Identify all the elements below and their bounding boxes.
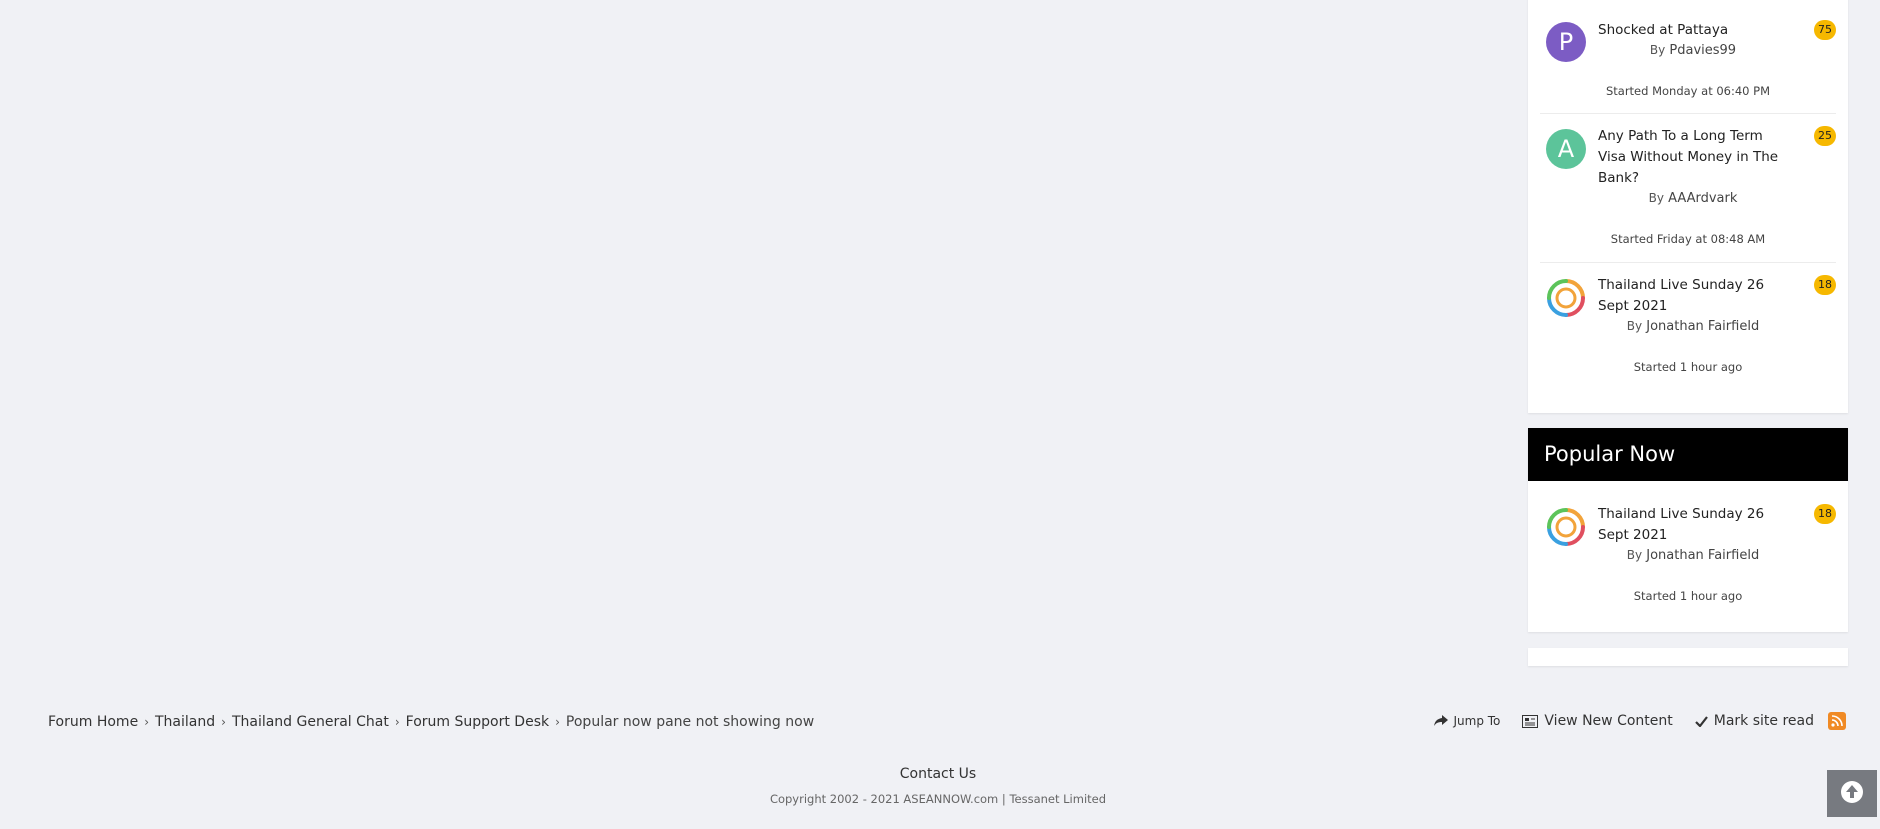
mark-site-read-button[interactable]: Mark site read [1694,713,1814,729]
reply-count-badge: 18 [1814,504,1836,524]
topic-author: By AAArdvark [1598,191,1788,206]
reply-count-badge: 25 [1814,126,1836,146]
checkmark-icon [1694,715,1708,727]
breadcrumb-forum-support-desk[interactable]: Forum Support Desk [406,714,549,730]
breadcrumb-thailand[interactable]: Thailand [155,714,215,730]
topic-title-link[interactable]: Shocked at Pattaya [1598,20,1788,41]
breadcrumb: Forum Home › Thailand › Thailand General… [48,714,814,730]
footer-actions: Jump To View New Content Mark site read [1412,712,1846,730]
topic-started-time: Started 1 hour ago [1633,589,1743,603]
topic-item[interactable]: Thailand Live Sunday 26 Sept 2021 By Jon… [1540,481,1836,632]
reply-count-badge: 18 [1814,275,1836,295]
topic-item[interactable]: Thailand Live Sunday 26 Sept 2021 By Jon… [1540,263,1836,393]
topic-author: By Jonathan Fairfield [1598,548,1788,563]
ring-logo-icon[interactable] [1546,507,1586,547]
reply-count-badge: 75 [1814,20,1836,40]
popular-now-widget: Popular Now Thailand Live Sunday 26 Sept… [1528,428,1848,632]
breadcrumb-current: Popular now pane not showing now [565,714,815,730]
back-to-top-button[interactable] [1827,770,1877,817]
chevron-right-icon: › [555,715,560,729]
topic-title-link[interactable]: Thailand Live Sunday 26 Sept 2021 [1598,275,1788,317]
topic-title-link[interactable]: Any Path To a Long Term Visa Without Mon… [1598,126,1788,189]
share-arrow-icon [1433,715,1448,727]
by-label: By [1648,191,1664,205]
author-link[interactable]: Pdavies99 [1669,43,1736,58]
chevron-right-icon: › [144,715,149,729]
author-link[interactable]: Jonathan Fairfield [1646,548,1759,563]
topic-started-time: Started 1 hour ago [1633,360,1743,374]
topic-item[interactable]: A Any Path To a Long Term Visa Without M… [1540,114,1836,263]
by-label: By [1626,548,1643,562]
topic-started-time: Started Friday at 08:48 AM [1610,232,1766,246]
chevron-right-icon: › [221,715,226,729]
topic-author: By Jonathan Fairfield [1598,319,1788,334]
avatar[interactable]: A [1546,129,1586,169]
ring-logo-icon[interactable] [1546,278,1586,318]
rss-icon[interactable] [1828,712,1846,730]
newspaper-icon [1522,714,1539,728]
copyright-text: Copyright 2002 - 2021 ASEANNOW.com | Tes… [769,792,1107,806]
topic-started-time: Started Monday at 06:40 PM [1605,84,1771,98]
topic-title-link[interactable]: Thailand Live Sunday 26 Sept 2021 [1598,504,1788,546]
topic-item[interactable]: P Shocked at Pattaya By Pdavies99 Starte… [1540,7,1836,114]
avatar[interactable]: P [1546,22,1586,62]
breadcrumb-forum-home[interactable]: Forum Home [48,714,138,730]
popular-now-header: Popular Now [1528,428,1848,481]
empty-widget [1528,648,1848,666]
topic-author: By Pdavies99 [1598,43,1788,58]
jump-to-button[interactable]: Jump To [1433,714,1501,728]
author-link[interactable]: Jonathan Fairfield [1646,319,1759,334]
mark-site-read-label: Mark site read [1713,713,1814,729]
recent-topics-widget: P Shocked at Pattaya By Pdavies99 Starte… [1528,0,1848,413]
contact-us-link[interactable]: Contact Us [0,766,1876,782]
jump-to-label: Jump To [1453,714,1501,728]
by-label: By [1649,43,1666,57]
view-new-content-label: View New Content [1544,713,1673,729]
author-link[interactable]: AAArdvark [1668,191,1737,206]
view-new-content-button[interactable]: View New Content [1522,713,1673,729]
chevron-right-icon: › [394,715,400,729]
arrow-up-circle-icon [1840,780,1864,808]
by-label: By [1626,319,1643,333]
breadcrumb-thailand-general-chat[interactable]: Thailand General Chat [232,714,389,730]
